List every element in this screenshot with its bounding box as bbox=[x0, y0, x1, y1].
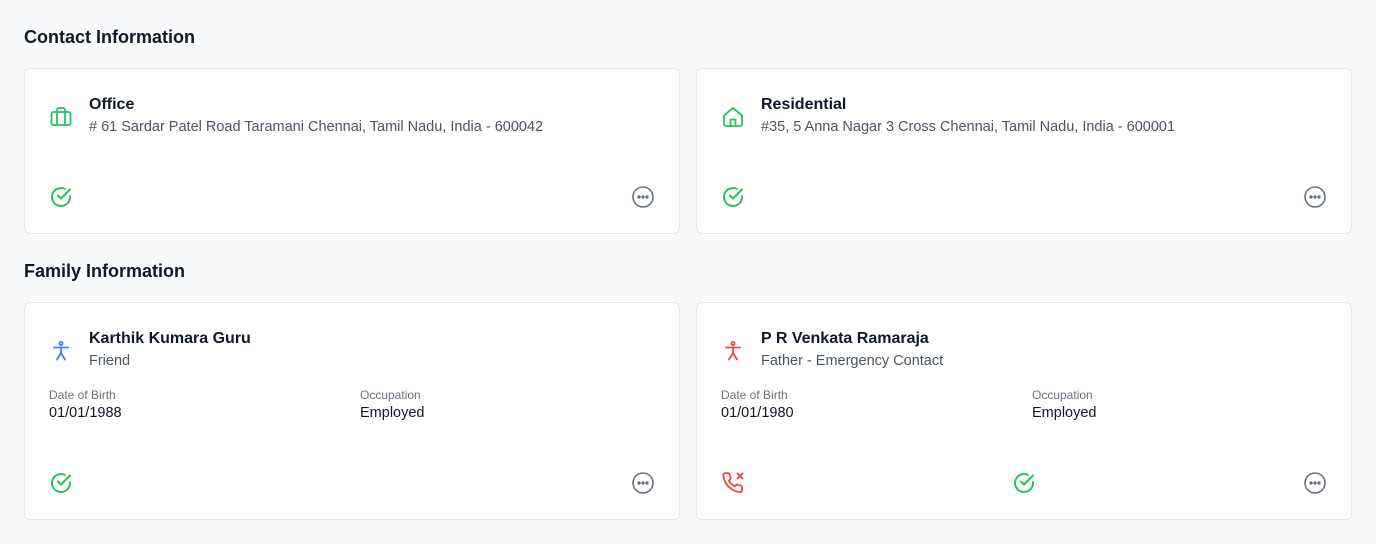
verified-check-icon bbox=[721, 185, 745, 209]
person-icon bbox=[721, 339, 745, 363]
occupation-label: Occupation bbox=[1032, 388, 1093, 402]
occupation-label: Occupation bbox=[360, 388, 421, 402]
member-name: P R Venkata Ramaraja bbox=[761, 330, 929, 347]
family-member-card: Karthik Kumara Guru Friend Date of Birth… bbox=[24, 302, 680, 520]
profile-page: Contact Information Office # 61 Sardar P… bbox=[0, 0, 1376, 544]
member-relation: Friend bbox=[89, 353, 131, 369]
more-options-button[interactable] bbox=[631, 471, 655, 495]
family-member-card: P R Venkata Ramaraja Father - Emergency … bbox=[696, 302, 1352, 520]
more-options-button[interactable] bbox=[1303, 471, 1327, 495]
member-relation: Father - Emergency Contact bbox=[761, 353, 944, 369]
family-section-title: Family Information bbox=[24, 261, 186, 281]
verified-check-icon bbox=[49, 185, 73, 209]
card-title: Office bbox=[89, 96, 135, 113]
briefcase-icon bbox=[49, 105, 73, 129]
address-text: # 61 Sardar Patel Road Taramani Chennai,… bbox=[89, 119, 544, 135]
occupation-value: Employed bbox=[1032, 405, 1097, 421]
verified-check-icon bbox=[49, 471, 73, 495]
dob-value: 01/01/1980 bbox=[721, 405, 794, 421]
home-icon bbox=[721, 105, 745, 129]
card-title: Residential bbox=[761, 96, 847, 113]
dob-value: 01/01/1988 bbox=[49, 405, 122, 421]
more-options-button[interactable] bbox=[631, 185, 655, 209]
residential-address-card: Residential #35, 5 Anna Nagar 3 Cross Ch… bbox=[696, 68, 1352, 234]
dob-label: Date of Birth bbox=[49, 388, 116, 402]
more-options-button[interactable] bbox=[1303, 185, 1327, 209]
contact-section-title: Contact Information bbox=[24, 27, 195, 47]
member-name: Karthik Kumara Guru bbox=[89, 330, 251, 347]
office-address-card: Office # 61 Sardar Patel Road Taramani C… bbox=[24, 68, 680, 234]
address-text: #35, 5 Anna Nagar 3 Cross Chennai, Tamil… bbox=[761, 119, 1176, 135]
verified-check-icon bbox=[1012, 471, 1036, 495]
phone-missed-icon bbox=[721, 471, 745, 495]
occupation-value: Employed bbox=[360, 405, 425, 421]
person-icon bbox=[49, 339, 73, 363]
dob-label: Date of Birth bbox=[721, 388, 788, 402]
